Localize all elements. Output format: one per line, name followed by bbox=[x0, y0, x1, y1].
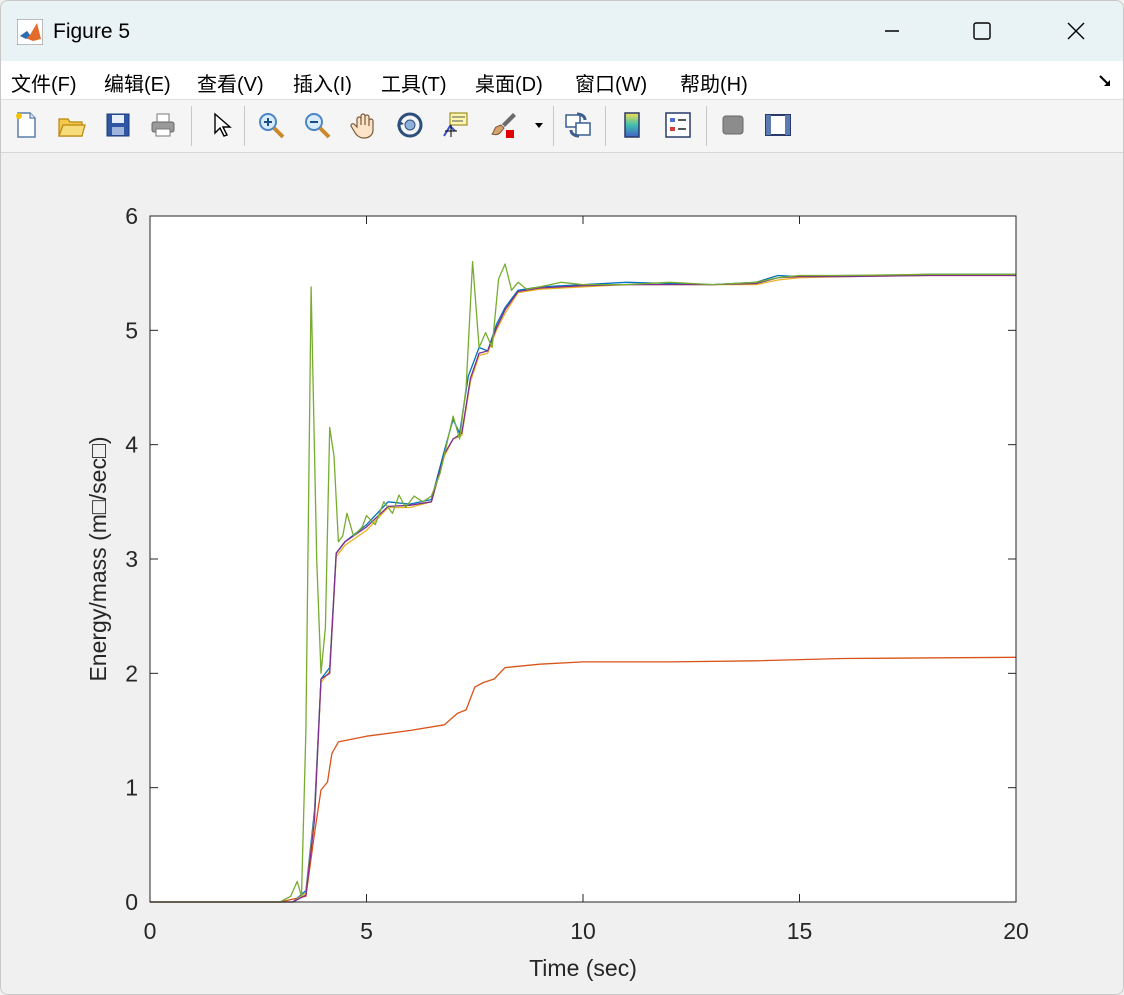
open-file-icon bbox=[58, 118, 86, 137]
menu-tools[interactable]: 工具(T) bbox=[381, 68, 447, 97]
brush-dropdown-icon bbox=[535, 123, 543, 128]
brush-button[interactable] bbox=[487, 108, 521, 142]
y-tick-label: 2 bbox=[125, 660, 138, 686]
minimize-icon bbox=[885, 30, 899, 32]
x-tick-label: 0 bbox=[144, 918, 157, 944]
legend-icon bbox=[665, 112, 691, 138]
rotate-3d-button[interactable] bbox=[393, 108, 427, 142]
hide-plot-tools-button[interactable] bbox=[716, 108, 750, 142]
brush-icon bbox=[491, 113, 516, 138]
minimize-button[interactable] bbox=[869, 11, 915, 51]
data-cursor-button[interactable] bbox=[439, 108, 473, 142]
menu-overflow-arrow-icon[interactable] bbox=[1097, 73, 1113, 89]
link-plot-icon bbox=[565, 112, 591, 138]
legend-button[interactable] bbox=[661, 108, 695, 142]
maximize-icon bbox=[973, 22, 991, 40]
zoom-in-button[interactable] bbox=[254, 108, 288, 142]
toolbar-separator bbox=[553, 106, 554, 146]
rotate-3d-icon bbox=[397, 112, 423, 138]
y-axis-label: Energy/mass (m□/sec□) bbox=[85, 436, 111, 681]
title-bar[interactable]: Figure 5 bbox=[1, 1, 1123, 61]
save-icon bbox=[106, 113, 130, 137]
y-tick-label: 0 bbox=[125, 889, 138, 915]
y-tick-label: 5 bbox=[125, 317, 138, 343]
new-figure-button[interactable] bbox=[9, 108, 43, 142]
pan-button[interactable] bbox=[347, 108, 381, 142]
zoom-in-icon bbox=[259, 113, 285, 139]
close-button[interactable] bbox=[1053, 11, 1099, 51]
select-pointer-icon bbox=[214, 112, 232, 137]
menu-desktop[interactable]: 桌面(D) bbox=[475, 68, 543, 97]
select-pointer-button[interactable] bbox=[203, 108, 237, 142]
menu-bar: 文件(F) 编辑(E) 查看(V) 插入(I) 工具(T) 桌面(D) 窗口(W… bbox=[1, 61, 1123, 100]
pan-hand-icon bbox=[350, 113, 374, 139]
matlab-logo-icon bbox=[17, 19, 43, 45]
figure-window: Figure 5 文件(F) 编辑(E) 查看(V) 插入(I) 工具(T) 桌… bbox=[0, 0, 1124, 995]
y-tick-label: 1 bbox=[125, 775, 138, 801]
colorbar-icon bbox=[624, 112, 640, 138]
energy-plot[interactable]: 0 5 10 15 20 0 1 2 3 4 5 6 Time (sec) Energy/mass (… bbox=[1, 153, 1121, 994]
menu-help[interactable]: 帮助(H) bbox=[680, 68, 748, 97]
zoom-out-icon bbox=[305, 113, 331, 139]
x-tick-label: 20 bbox=[1003, 918, 1029, 944]
menu-window[interactable]: 窗口(W) bbox=[575, 68, 647, 97]
y-tick-label: 4 bbox=[125, 432, 138, 458]
x-axis-label: Time (sec) bbox=[529, 955, 637, 981]
maximize-button[interactable] bbox=[959, 11, 1005, 51]
new-figure-icon bbox=[16, 112, 36, 138]
figure-canvas[interactable]: 0 5 10 15 20 0 1 2 3 4 5 6 Time (sec) Energy/mass (… bbox=[1, 153, 1121, 994]
toolbar-separator bbox=[706, 106, 707, 146]
x-tick-label: 10 bbox=[570, 918, 596, 944]
colorbar-button[interactable] bbox=[615, 108, 649, 142]
window-title: Figure 5 bbox=[53, 20, 131, 43]
show-plot-tools-icon bbox=[765, 114, 791, 136]
figure-toolbar bbox=[1, 100, 1123, 153]
print-button[interactable] bbox=[146, 108, 180, 142]
axes-background bbox=[150, 216, 1016, 902]
open-file-button[interactable] bbox=[54, 108, 88, 142]
hide-plot-tools-icon bbox=[722, 115, 744, 135]
y-tick-label: 3 bbox=[125, 546, 138, 572]
close-icon bbox=[1067, 22, 1085, 40]
toolbar-separator bbox=[605, 106, 606, 146]
menu-view[interactable]: 查看(V) bbox=[197, 68, 264, 97]
x-tick-label: 15 bbox=[787, 918, 813, 944]
link-plot-button[interactable] bbox=[561, 108, 595, 142]
print-icon bbox=[151, 113, 175, 137]
menu-edit[interactable]: 编辑(E) bbox=[104, 68, 171, 97]
toolbar-separator bbox=[191, 106, 192, 146]
data-cursor-icon bbox=[443, 112, 468, 137]
menu-file[interactable]: 文件(F) bbox=[11, 68, 77, 97]
brush-dropdown-button[interactable] bbox=[529, 108, 549, 142]
toolbar-separator bbox=[244, 106, 245, 146]
menu-insert[interactable]: 插入(I) bbox=[293, 68, 352, 97]
x-tick-label: 5 bbox=[360, 918, 373, 944]
zoom-out-button[interactable] bbox=[300, 108, 334, 142]
save-button[interactable] bbox=[101, 108, 135, 142]
show-plot-tools-button[interactable] bbox=[761, 108, 795, 142]
y-tick-label: 6 bbox=[125, 203, 138, 229]
